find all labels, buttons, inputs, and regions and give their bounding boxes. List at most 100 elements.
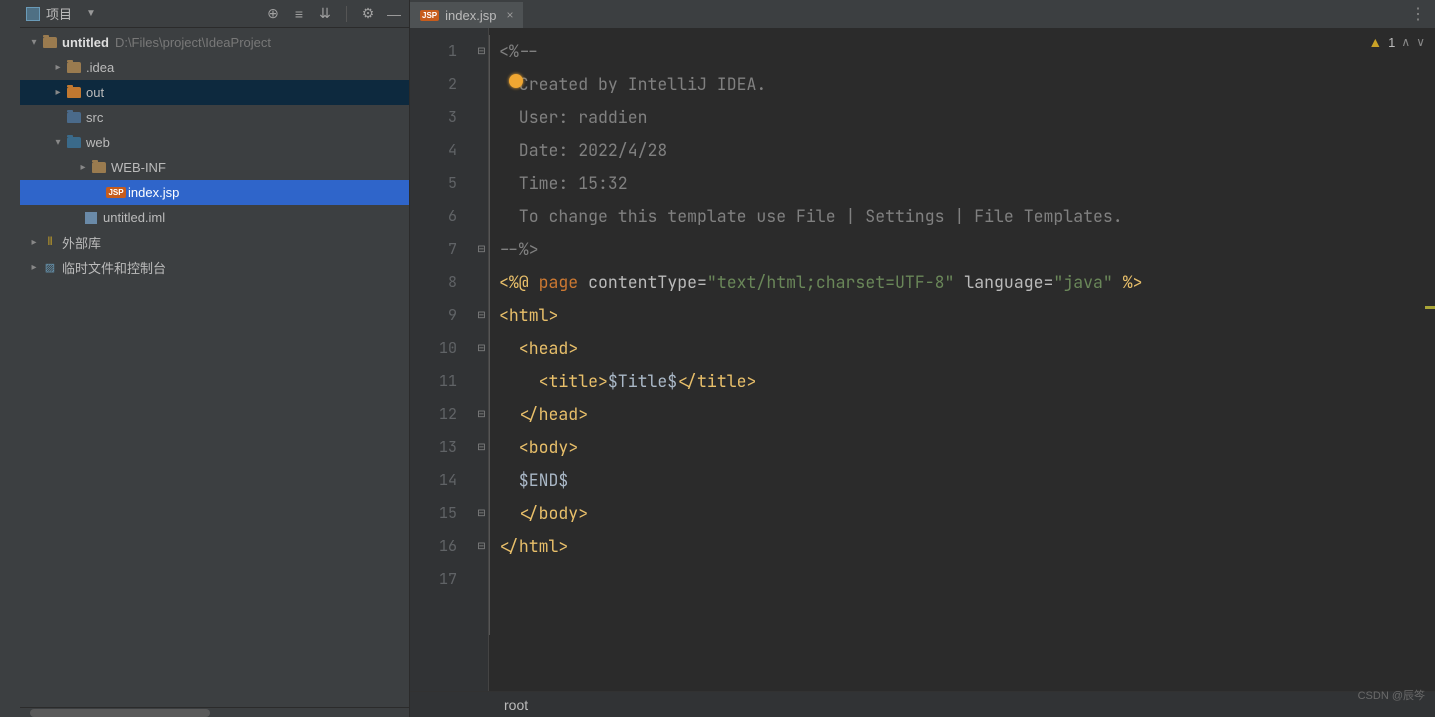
locate-icon[interactable]: ⊕	[264, 5, 282, 23]
close-icon[interactable]: ×	[506, 8, 513, 22]
horizontal-scrollbar[interactable]	[20, 707, 409, 717]
watermark-text: CSDN @辰笒	[1358, 687, 1425, 703]
chevron-right-icon: ▸	[26, 237, 42, 248]
intention-bulb-icon[interactable]	[509, 74, 523, 88]
tab-label: index.jsp	[445, 8, 496, 23]
tool-window-stripe[interactable]	[0, 0, 20, 717]
line-number: 17	[410, 563, 475, 596]
breadcrumb-item[interactable]: root	[504, 697, 528, 713]
project-panel-header: 项目 ▼ ⊕ ≡ ⇊ ⚙ —	[20, 0, 409, 28]
fold-gutter[interactable]: ⊟ ⊟ ⊟ ⊟ ⊟ ⊟ ⊟ ⊟	[475, 28, 489, 691]
line-number: 7	[410, 233, 475, 266]
fold-marker[interactable]: ⊟	[475, 35, 488, 68]
line-number: 9	[410, 299, 475, 332]
web-folder-icon	[67, 137, 81, 148]
line-number-gutter[interactable]: 1 2 3 4 5 6 7 8 9 10 11 12 13 14 15 16 1	[410, 28, 475, 691]
fold-marker[interactable]: ⊟	[475, 431, 488, 464]
next-highlight-icon[interactable]: ∨	[1416, 35, 1425, 49]
code-editor[interactable]: <%-- Created by IntelliJ IDEA. User: rad…	[489, 28, 1435, 691]
error-stripe[interactable]	[1423, 56, 1435, 661]
line-number: 4	[410, 134, 475, 167]
line-number: 11	[410, 365, 475, 398]
folder-icon	[67, 62, 81, 73]
chevron-right-icon: ▸	[26, 262, 42, 273]
tree-node-webinf[interactable]: ▸ WEB-INF	[20, 155, 409, 180]
more-options-icon[interactable]: ⋮	[1410, 4, 1427, 24]
warning-icon: ▲	[1368, 34, 1382, 50]
line-number: 8	[410, 266, 475, 299]
tree-label: index.jsp	[128, 185, 179, 200]
tree-label: 外部库	[62, 233, 101, 252]
warning-mark[interactable]	[1425, 306, 1435, 309]
line-number: 3	[410, 101, 475, 134]
folder-icon	[43, 37, 57, 48]
src-folder-icon	[67, 112, 81, 123]
line-number: 1	[410, 35, 475, 68]
editor-tab-indexjsp[interactable]: JSP index.jsp ×	[410, 0, 523, 28]
project-panel: 项目 ▼ ⊕ ≡ ⇊ ⚙ — ▾ untitled D:\Files\project…	[20, 0, 410, 717]
tree-label: 临时文件和控制台	[62, 258, 166, 277]
line-number: 15	[410, 497, 475, 530]
iml-file-icon	[85, 212, 97, 224]
folder-icon	[67, 87, 81, 98]
chevron-down-icon: ▾	[26, 37, 42, 48]
chevron-down-icon: ▾	[50, 137, 66, 148]
project-tree[interactable]: ▾ untitled D:\Files\project\IdeaProject ▸.…	[20, 28, 409, 707]
scrollbar-thumb[interactable]	[30, 709, 210, 717]
editor-tabbar: JSP index.jsp × ⋮	[410, 0, 1435, 28]
line-number: 14	[410, 464, 475, 497]
jsp-file-icon: JSP	[420, 10, 439, 21]
tree-label: .idea	[86, 60, 114, 75]
tree-node-out[interactable]: ▸out	[20, 80, 409, 105]
tree-node-scratches[interactable]: ▸▨ 临时文件和控制台	[20, 255, 409, 280]
tree-node-web[interactable]: ▾ web	[20, 130, 409, 155]
tree-label: web	[86, 135, 110, 150]
separator	[346, 6, 347, 22]
chevron-down-icon: ▼	[86, 8, 96, 19]
expand-all-icon[interactable]: ≡	[290, 5, 308, 23]
line-number: 2	[410, 68, 475, 101]
chevron-right-icon: ▸	[75, 162, 91, 173]
gear-icon[interactable]: ⚙	[359, 5, 377, 23]
line-number: 13	[410, 431, 475, 464]
caret-line	[489, 35, 490, 635]
tree-label: untitled.iml	[103, 210, 165, 225]
project-panel-title[interactable]: 项目 ▼	[26, 4, 96, 23]
folder-icon	[92, 162, 106, 173]
project-panel-label: 项目	[46, 4, 72, 23]
warning-count: 1	[1388, 35, 1395, 50]
fold-end-marker[interactable]: ⊟	[475, 497, 488, 530]
tree-label: untitled	[62, 35, 109, 50]
library-icon: ⫴	[42, 236, 58, 250]
collapse-all-icon[interactable]: ⇊	[316, 5, 334, 23]
line-number: 6	[410, 200, 475, 233]
fold-marker[interactable]: ⊟	[475, 332, 488, 365]
line-number: 12	[410, 398, 475, 431]
fold-end-marker[interactable]: ⊟	[475, 530, 488, 563]
tree-node-src[interactable]: src	[20, 105, 409, 130]
jsp-file-icon: JSP	[106, 187, 125, 198]
tree-label: WEB-INF	[111, 160, 166, 175]
fold-marker[interactable]: ⊟	[475, 299, 488, 332]
tree-node-external-libs[interactable]: ▸⫴ 外部库	[20, 230, 409, 255]
inspection-widget[interactable]: ▲ 1 ∧ ∨	[1368, 34, 1425, 50]
line-number: 5	[410, 167, 475, 200]
tree-node-idea[interactable]: ▸ .idea	[20, 55, 409, 80]
chevron-right-icon: ▸	[50, 62, 66, 73]
tree-node-indexjsp[interactable]: JSPindex.jsp	[20, 180, 409, 205]
project-icon	[26, 7, 40, 21]
tree-label: src	[86, 110, 103, 125]
tree-node-iml[interactable]: untitled.iml	[20, 205, 409, 230]
tree-node-root[interactable]: ▾ untitled D:\Files\project\IdeaProject	[20, 30, 409, 55]
line-number: 16	[410, 530, 475, 563]
tree-path: D:\Files\project\IdeaProject	[115, 35, 271, 50]
hide-icon[interactable]: —	[385, 5, 403, 23]
line-number: 10	[410, 332, 475, 365]
breadcrumb-bar[interactable]: root	[410, 691, 1435, 717]
editor-area: JSP index.jsp × ⋮ 1 2 3 4 5 6 7 8	[410, 0, 1435, 717]
tree-label: out	[86, 85, 104, 100]
fold-end-marker[interactable]: ⊟	[475, 398, 488, 431]
fold-end-marker[interactable]: ⊟	[475, 233, 488, 266]
prev-highlight-icon[interactable]: ∧	[1401, 35, 1410, 49]
scratch-icon: ▨	[42, 261, 58, 275]
